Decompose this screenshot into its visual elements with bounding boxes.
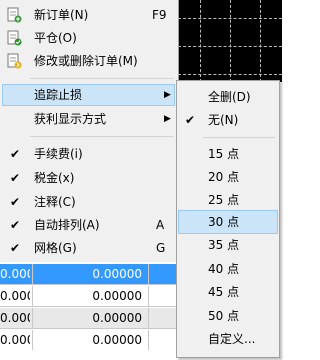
column-divider — [148, 308, 149, 328]
column-divider — [148, 286, 149, 306]
grid-line — [230, 0, 231, 82]
submenu-item-30-points[interactable]: 30 点 — [177, 210, 279, 234]
submenu-item-label: 30 点 — [208, 215, 240, 229]
orders-table: 0.00000 0.00000 0.00000 0.00000 0.00000 … — [0, 262, 176, 360]
menu-item-close-position[interactable]: 平仓(O) — [0, 27, 178, 49]
menu-item-modify-order[interactable]: 修改或删除订单(M) — [0, 50, 178, 72]
menu-item-label: 网格(G) — [34, 241, 77, 255]
table-cell: 0.00000 — [92, 267, 142, 281]
menu-item-label: 手续费(i) — [34, 147, 83, 161]
submenu-arrow-icon: ▶ — [164, 90, 171, 100]
menu-item-grid[interactable]: ✔ 网格(G) G — [0, 237, 178, 259]
grid-line — [178, 46, 282, 47]
submenu-item-15-points[interactable]: 15 点 — [177, 142, 279, 166]
submenu-item-label: 无(N) — [208, 113, 239, 127]
menu-item-label: 平仓(O) — [34, 31, 77, 45]
menu-item-label: 修改或删除订单(M) — [34, 54, 138, 68]
menu-item-commission[interactable]: ✔ 手续费(i) — [0, 143, 178, 165]
submenu-item-label: 自定义... — [208, 332, 256, 346]
menu-item-label: 自动排列(A) — [34, 218, 100, 232]
table-cell: 0.00000 — [92, 311, 142, 325]
context-menu: 新订单(N) F9 平仓(O) 修改或删除订单(M) 追踪止损 ▶ 获利显示方式… — [0, 0, 179, 262]
chart-area[interactable] — [178, 0, 282, 82]
menu-item-label: 注释(C) — [34, 195, 76, 209]
menu-item-profit-display[interactable]: 获利显示方式 ▶ — [0, 108, 178, 130]
menu-item-auto-arrange[interactable]: ✔ 自动排列(A) A — [0, 214, 178, 236]
submenu-item-custom[interactable]: 自定义... — [177, 327, 279, 351]
table-cell: 0.00000 — [92, 289, 142, 303]
menu-item-shortcut: F9 — [152, 8, 167, 22]
table-row[interactable]: 0.00000 0.00000 — [0, 286, 176, 307]
menu-item-label: 追踪止损 — [34, 88, 83, 102]
submenu-item-label: 全删(D) — [208, 90, 251, 104]
table-row[interactable]: 0.00000 0.00000 — [0, 330, 176, 350]
menu-item-trailing-stop[interactable]: 追踪止损 ▶ — [0, 84, 178, 106]
submenu-item-20-points[interactable]: 20 点 — [177, 165, 279, 189]
column-divider — [32, 264, 33, 284]
checkmark-icon: ✔ — [10, 147, 21, 161]
table-cell: 0.00000 — [0, 267, 30, 281]
menu-item-shortcut: G — [156, 241, 166, 255]
submenu-item-45-points[interactable]: 45 点 — [177, 280, 279, 304]
table-cell: 0.00000 — [0, 311, 30, 325]
new-order-icon — [7, 7, 22, 23]
table-cell: 0.00000 — [92, 333, 142, 347]
submenu-item-label: 20 点 — [208, 170, 240, 184]
column-divider — [32, 308, 33, 328]
checkmark-icon: ✔ — [10, 218, 21, 232]
menu-item-shortcut: A — [156, 218, 165, 232]
menu-item-comments[interactable]: ✔ 注释(C) — [0, 191, 178, 213]
column-divider — [32, 286, 33, 306]
submenu-separator — [203, 137, 275, 138]
column-divider — [148, 330, 149, 350]
table-row[interactable]: 0.00000 0.00000 — [0, 308, 176, 329]
menu-separator — [30, 78, 174, 79]
submenu-item-label: 45 点 — [208, 285, 240, 299]
submenu-item-delete-all[interactable]: 全删(D) — [177, 85, 279, 109]
menu-item-label: 新订单(N) — [34, 8, 89, 22]
table-row[interactable]: 0.00000 0.00000 — [0, 264, 176, 285]
checkmark-icon: ✔ — [10, 241, 21, 255]
column-divider — [32, 330, 33, 350]
submenu-item-50-points[interactable]: 50 点 — [177, 304, 279, 328]
menu-item-taxes[interactable]: ✔ 税金(x) — [0, 167, 178, 189]
table-cell: 0.00000 — [0, 289, 30, 303]
submenu-item-none[interactable]: ✔ 无(N) — [177, 108, 279, 132]
submenu-item-40-points[interactable]: 40 点 — [177, 257, 279, 281]
close-position-icon — [7, 30, 22, 46]
submenu-item-label: 35 点 — [208, 238, 240, 252]
submenu-item-label: 15 点 — [208, 147, 240, 161]
submenu-item-label: 25 点 — [208, 193, 240, 207]
grid-line — [200, 0, 201, 82]
menu-item-label: 税金(x) — [34, 171, 75, 185]
checkmark-icon: ✔ — [10, 171, 21, 185]
checkmark-icon: ✔ — [185, 113, 196, 127]
trailing-stop-submenu: 全删(D) ✔ 无(N) 15 点 20 点 25 点 30 点 35 点 40… — [176, 80, 280, 358]
menu-item-label: 获利显示方式 — [34, 112, 107, 126]
grid-line — [178, 74, 282, 75]
grid-line — [260, 0, 261, 82]
submenu-arrow-icon: ▶ — [164, 114, 171, 124]
checkmark-icon: ✔ — [10, 195, 21, 209]
grid-line — [178, 18, 282, 19]
submenu-item-35-points[interactable]: 35 点 — [177, 233, 279, 257]
table-cell: 0.00000 — [0, 333, 30, 347]
submenu-item-label: 50 点 — [208, 309, 240, 323]
submenu-item-label: 40 点 — [208, 262, 240, 276]
submenu-item-25-points[interactable]: 25 点 — [177, 188, 279, 212]
column-divider — [148, 264, 149, 284]
menu-item-new-order[interactable]: 新订单(N) F9 — [0, 4, 178, 26]
menu-separator — [30, 136, 174, 137]
modify-order-icon — [7, 53, 22, 69]
